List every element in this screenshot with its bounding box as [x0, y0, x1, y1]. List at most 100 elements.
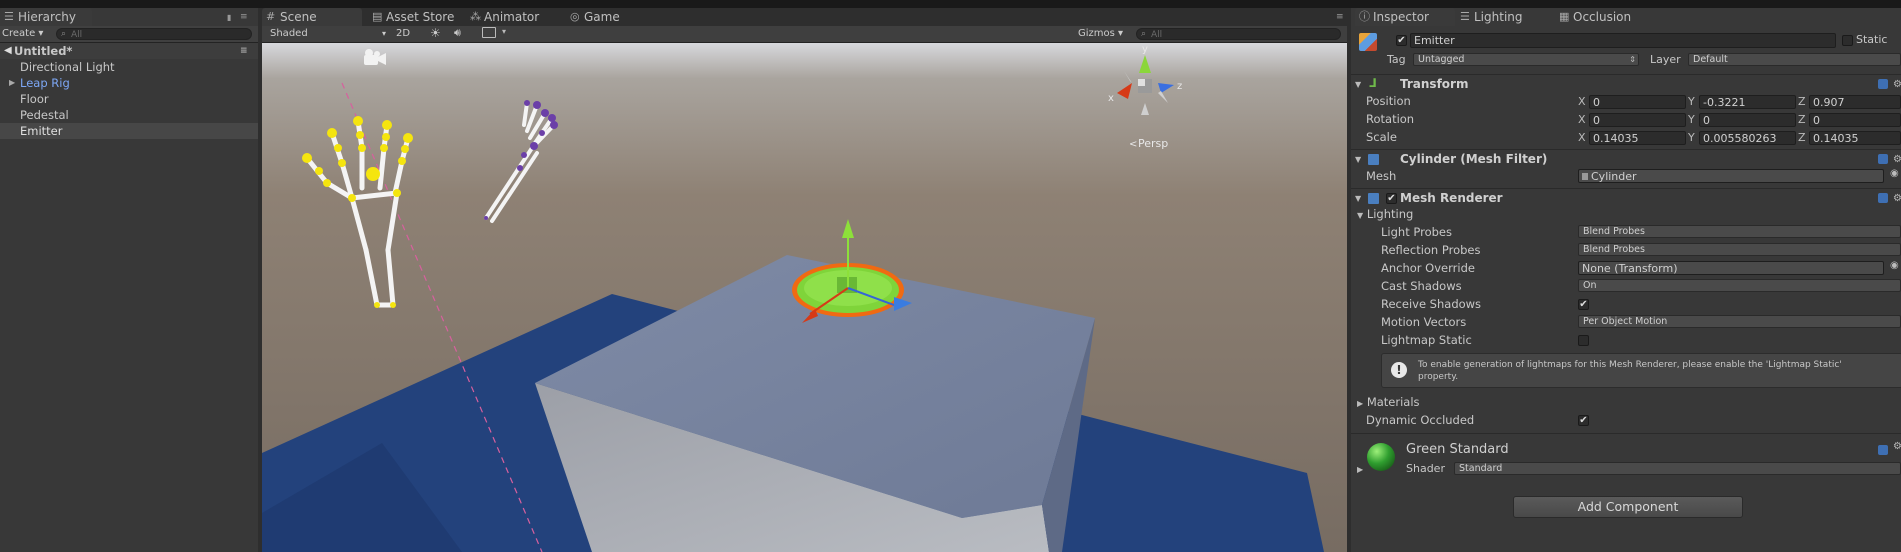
grid-icon: # [266, 10, 276, 23]
tab-lighting[interactable]: ☰ Lighting [1456, 8, 1529, 26]
tab-inspector[interactable]: ⓘ Inspector [1355, 8, 1455, 26]
tab-hierarchy[interactable]: ☰ Hierarchy [0, 8, 92, 26]
hierarchy-item[interactable]: Directional Light [0, 59, 258, 75]
scene-lighting-toggle-icon[interactable]: ☀ [430, 26, 441, 40]
scale-x-field[interactable]: 0.14035 [1589, 131, 1686, 145]
hierarchy-search-input[interactable]: ⌕ All [56, 28, 252, 40]
hierarchy-item[interactable]: Pedestal [0, 107, 258, 123]
receive-shadows-checkbox[interactable]: ✔ [1578, 299, 1589, 310]
help-book-icon[interactable] [1878, 154, 1888, 164]
store-icon: ▤ [372, 10, 383, 23]
scene-audio-toggle-icon[interactable]: 🔊︎ [454, 26, 461, 40]
mesh-object-field[interactable]: Cylinder [1578, 169, 1884, 183]
scene-root-row[interactable]: ◀ Untitled* ≡ [0, 43, 258, 59]
gizmos-label: Gizmos [1078, 28, 1115, 39]
shader-foldout-icon[interactable]: ▶ [1357, 465, 1363, 474]
object-name-field[interactable]: Emitter [1410, 33, 1836, 48]
object-picker-icon[interactable]: ◉ [1890, 260, 1899, 271]
materials-foldout[interactable]: ▶ Materials [1357, 393, 1420, 411]
mesh-filter-icon [1368, 154, 1379, 165]
lightmap-static-checkbox[interactable] [1578, 335, 1589, 346]
gizmos-dropdown[interactable]: Gizmos ▾ [1078, 27, 1123, 41]
hierarchy-item[interactable]: Floor [0, 91, 258, 107]
rotation-y-field[interactable]: 0 [1699, 113, 1796, 127]
reflection-probes-value: Blend Probes [1583, 244, 1645, 255]
tab-scene[interactable]: # Scene [262, 8, 362, 26]
shading-mode-value: Shaded [270, 28, 308, 39]
active-checkbox[interactable]: ✔ [1396, 35, 1407, 46]
create-dropdown[interactable]: Create ▾ [2, 27, 43, 41]
help-book-icon[interactable] [1878, 193, 1888, 203]
panel-menu-icon[interactable]: ≡ [240, 12, 248, 22]
tab-asset-store-label: Asset Store [386, 10, 455, 24]
cast-shadows-dropdown[interactable]: On [1578, 279, 1901, 292]
anchor-override-field[interactable]: None (Transform) [1578, 261, 1884, 275]
tab-game[interactable]: ◎ Game [566, 8, 626, 26]
scene-panel-menu-icon[interactable]: ≡ [1336, 12, 1344, 22]
hierarchy-search-placeholder: All [71, 30, 83, 40]
light-probes-label: Light Probes [1381, 225, 1452, 239]
reflection-probes-dropdown[interactable]: Blend Probes [1578, 243, 1901, 256]
position-x-field[interactable]: 0 [1589, 95, 1686, 109]
scene-viewport[interactable]: y x z < Persp [262, 43, 1347, 552]
scene-search-input[interactable]: ⌕ All [1136, 28, 1341, 40]
axis-label-y: Y [1688, 95, 1695, 108]
scene-effects-toggle-icon[interactable] [482, 27, 496, 38]
lighting-foldout[interactable]: ▼ Lighting [1357, 205, 1413, 223]
tab-occlusion[interactable]: ▦ Occlusion [1555, 8, 1637, 26]
tab-hierarchy-label: Hierarchy [18, 10, 77, 24]
expand-arrow-icon[interactable]: ▶ [9, 75, 15, 91]
shading-mode-dropdown[interactable]: Shaded ▾ [270, 27, 386, 41]
hierarchy-item[interactable]: ▶ Leap Rig [0, 75, 258, 91]
hierarchy-item-label: Floor [20, 92, 49, 106]
position-z-field[interactable]: 0.907 [1809, 95, 1901, 109]
gizmo-axis-y: y [1142, 44, 1148, 55]
shader-dropdown[interactable]: Standard [1454, 462, 1901, 475]
settings-gear-icon[interactable]: ⚙ [1893, 189, 1901, 208]
hierarchy-item[interactable]: Emitter [0, 123, 258, 139]
dynamic-occluded-checkbox[interactable]: ✔ [1578, 415, 1589, 426]
layer-dropdown[interactable]: Default [1688, 53, 1901, 66]
settings-gear-icon[interactable]: ⚙ [1893, 75, 1901, 94]
projection-label[interactable]: Persp [1138, 137, 1168, 150]
add-component-button[interactable]: Add Component [1513, 496, 1743, 518]
unity-scene-icon: ◀ [4, 45, 12, 56]
tag-value: Untagged [1418, 54, 1465, 65]
axis-label-x: X [1578, 131, 1586, 144]
settings-gear-icon[interactable]: ⚙ [1893, 150, 1901, 169]
tab-asset-store[interactable]: ▤ Asset Store [368, 8, 460, 26]
lighting-icon: ☰ [1460, 10, 1470, 23]
axis-label-x: X [1578, 113, 1586, 126]
material-name: Green Standard [1406, 442, 1509, 457]
tag-label: Tag [1387, 53, 1406, 66]
mesh-filter-header[interactable]: ▼ Cylinder (Mesh Filter) ⚙ [1351, 149, 1901, 169]
scale-y-field[interactable]: 0.005580263 [1699, 131, 1796, 145]
anchor-override-value: None (Transform) [1582, 262, 1678, 275]
rotation-z-field[interactable]: 0 [1809, 113, 1901, 127]
object-picker-icon[interactable]: ◉ [1890, 168, 1899, 179]
help-book-icon[interactable] [1878, 445, 1888, 455]
motion-vectors-dropdown[interactable]: Per Object Motion [1578, 315, 1901, 328]
mesh-renderer-header[interactable]: ▼ ✔ Mesh Renderer ⚙ [1351, 188, 1901, 208]
scale-z-field[interactable]: 0.14035 [1809, 131, 1901, 145]
tab-animator[interactable]: ⁂ Animator [466, 8, 545, 26]
gameobject-cube-icon [1359, 33, 1377, 51]
foldout-arrow-icon: ▼ [1357, 211, 1364, 220]
static-checkbox[interactable] [1842, 35, 1853, 46]
hierarchy-item-label: Emitter [20, 124, 63, 138]
transform-header[interactable]: ▼ ⅃ Transform ⚙ [1351, 74, 1901, 94]
help-book-icon[interactable] [1878, 79, 1888, 89]
static-label: Static [1856, 33, 1888, 46]
tag-dropdown[interactable]: Untagged ⇕ [1413, 53, 1639, 66]
settings-gear-icon[interactable]: ⚙ [1893, 441, 1901, 452]
game-icon: ◎ [570, 10, 580, 23]
rotation-x-field[interactable]: 0 [1589, 113, 1686, 127]
toggle-2d-button[interactable]: 2D [396, 27, 410, 41]
mesh-renderer-enabled-checkbox[interactable]: ✔ [1386, 193, 1397, 204]
light-probes-dropdown[interactable]: Blend Probes [1578, 225, 1901, 238]
position-y-field[interactable]: -0.3221 [1699, 95, 1796, 109]
scene-menu-icon[interactable]: ≡ [240, 43, 248, 59]
hierarchy-item-label: Pedestal [20, 108, 69, 122]
effects-chevron-icon[interactable]: ▾ [502, 27, 506, 36]
lock-icon[interactable]: ▮ [227, 13, 231, 22]
